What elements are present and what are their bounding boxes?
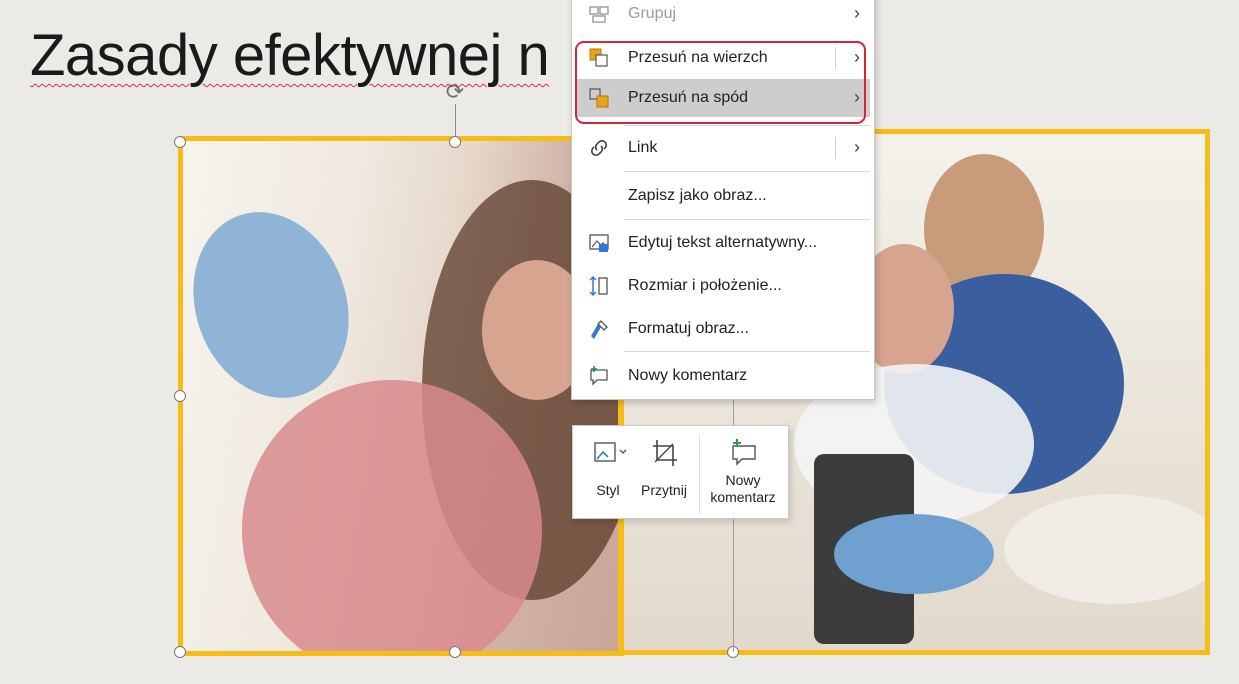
- resize-handle-middle-left[interactable]: [174, 390, 186, 402]
- rotate-stem: [455, 104, 456, 140]
- annotation-highlight-box: [575, 41, 866, 124]
- resize-handle-bottom-center[interactable]: [449, 646, 461, 658]
- menu-item-label: Zapisz jako obraz...: [628, 187, 767, 204]
- menu-item-label: Link: [628, 139, 658, 156]
- rotate-handle-icon[interactable]: ⟳: [443, 80, 467, 104]
- toolbar-divider: [699, 434, 700, 514]
- new-comment-label-line1: Nowy: [725, 472, 761, 488]
- new-comment-icon: [732, 439, 756, 466]
- menu-item-edit-alt-text[interactable]: Edytuj tekst alternatywny...: [576, 224, 870, 262]
- menu-item-format-picture[interactable]: Formatuj obraz...: [576, 310, 870, 348]
- menu-separator: [624, 219, 870, 220]
- style-label: Styl: [596, 482, 620, 498]
- resize-handle-top-left[interactable]: [174, 136, 186, 148]
- picture-style-icon: [594, 442, 627, 462]
- menu-item-label: Nowy komentarz: [628, 367, 748, 384]
- resize-handle-top-center[interactable]: [449, 136, 461, 148]
- crop-icon: [653, 440, 677, 466]
- menu-separator: [624, 351, 870, 352]
- new-comment-label-line2: komentarz: [710, 489, 776, 505]
- chevron-right-icon: ›: [854, 3, 860, 23]
- menu-item-link[interactable]: Link ›: [576, 129, 870, 167]
- picture-selection-frame-left: [178, 136, 624, 656]
- resize-handle-bottom-left[interactable]: [174, 646, 186, 658]
- alt-text-icon: [589, 234, 609, 252]
- size-position-icon: [589, 275, 608, 297]
- new-comment-icon: [590, 366, 608, 386]
- new-comment-button[interactable]: Nowy komentarz: [701, 426, 785, 520]
- format-picture-icon: [591, 320, 608, 339]
- menu-item-label: Rozmiar i położenie...: [628, 277, 782, 294]
- mini-toolbar: Styl Przytnij Nowy komentarz: [572, 425, 789, 519]
- style-button[interactable]: Styl: [583, 426, 633, 520]
- submenu-divider: [835, 137, 836, 159]
- menu-item-size-position[interactable]: Rozmiar i położenie...: [576, 267, 870, 305]
- chevron-right-icon[interactable]: ›: [854, 137, 860, 158]
- menu-separator: [624, 171, 870, 172]
- menu-separator: [624, 125, 870, 126]
- slide-title[interactable]: Zasady efektywnej n: [30, 22, 550, 89]
- menu-item-new-comment[interactable]: Nowy komentarz: [576, 357, 870, 395]
- menu-item-label: Formatuj obraz...: [628, 320, 749, 337]
- menu-item-group[interactable]: Grupuj ›: [576, 0, 870, 33]
- crop-label: Przytnij: [641, 482, 687, 498]
- group-icon: [589, 6, 609, 23]
- menu-item-label: Grupuj: [628, 5, 677, 22]
- menu-item-label: Edytuj tekst alternatywny...: [628, 234, 818, 251]
- menu-item-save-as-picture[interactable]: Zapisz jako obraz...: [576, 177, 870, 215]
- new-comment-label: Nowy komentarz: [701, 472, 785, 506]
- crop-button[interactable]: Przytnij: [633, 426, 695, 520]
- link-icon: [591, 140, 607, 156]
